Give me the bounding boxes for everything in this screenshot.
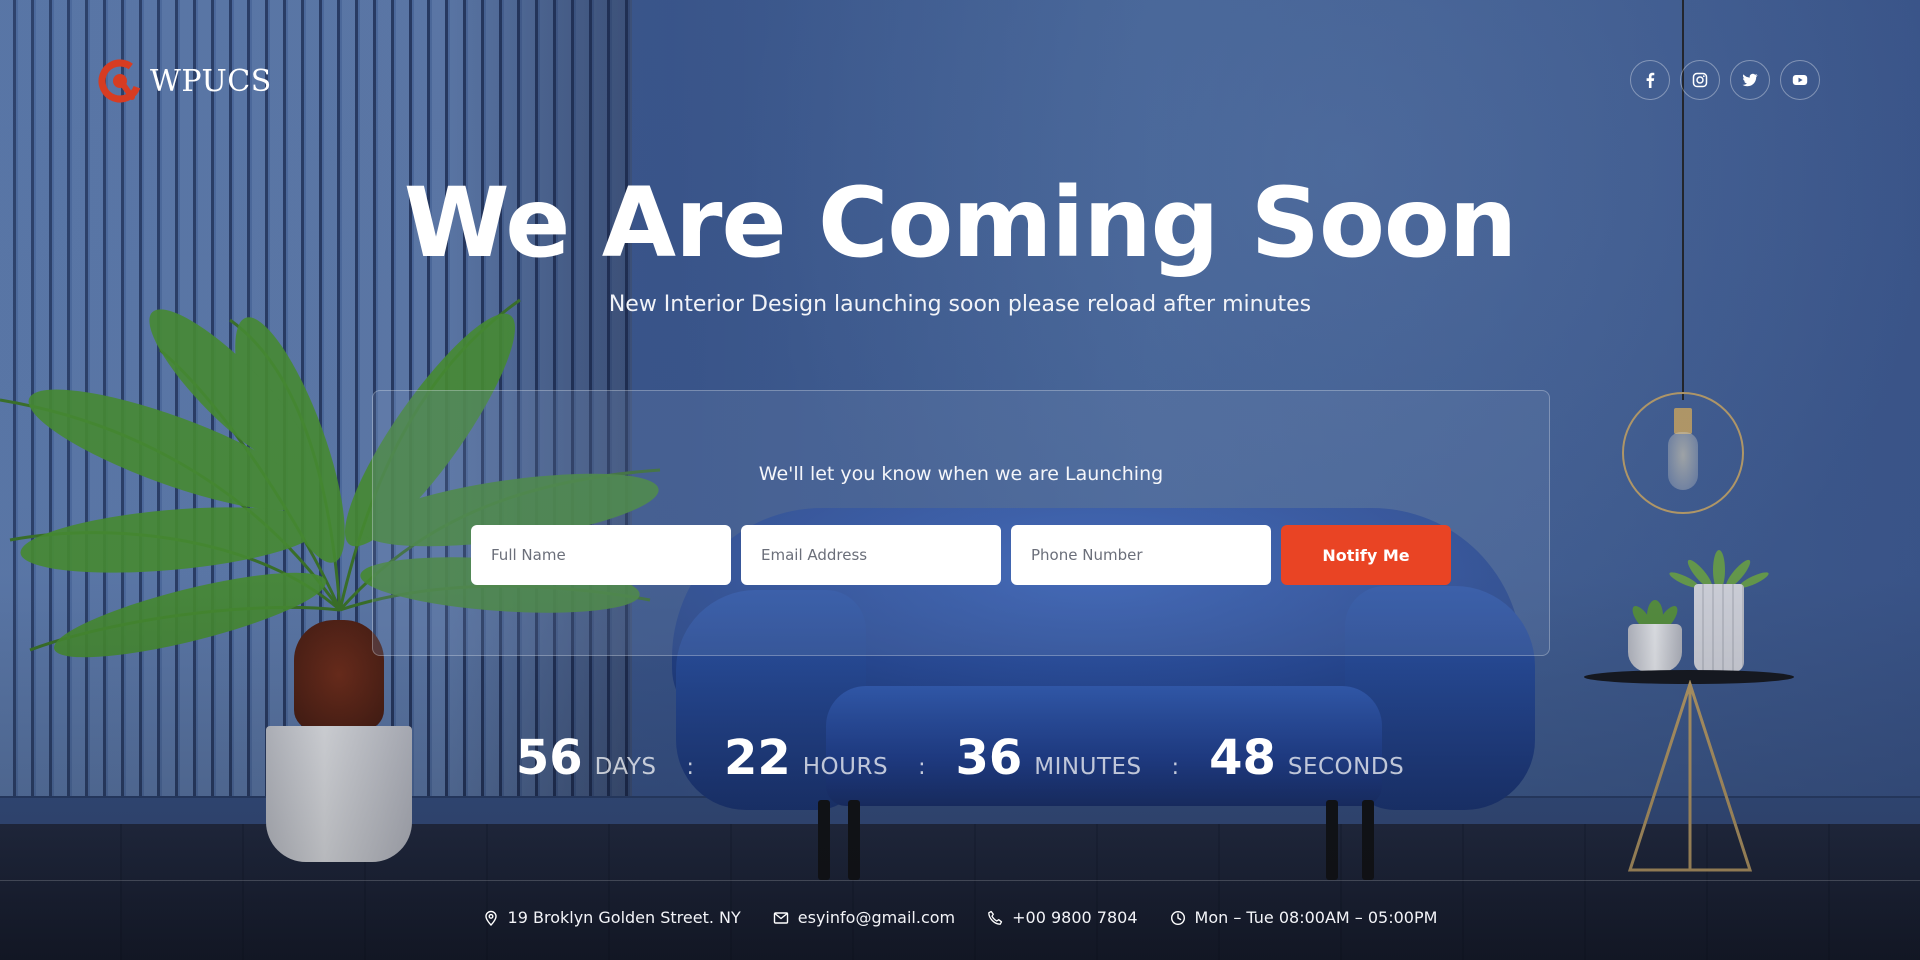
full-name-input[interactable]	[471, 525, 731, 585]
days-value: 56	[515, 730, 583, 786]
footer-phone[interactable]: +00 9800 7804	[987, 908, 1138, 927]
footer-divider	[0, 880, 1920, 881]
countdown-hours: 22 HOURS	[724, 730, 888, 786]
countdown-separator: :	[1171, 755, 1180, 780]
instagram-link[interactable]	[1680, 60, 1720, 100]
countdown-timer: 56 DAYS : 22 HOURS : 36 MINUTES : 48 SEC…	[0, 730, 1920, 786]
youtube-link[interactable]	[1780, 60, 1820, 100]
notify-form: Notify Me	[471, 525, 1451, 585]
footer-contact: 19 Broklyn Golden Street. NY esyinfo@gma…	[0, 908, 1920, 927]
hours-text: Mon – Tue 08:00AM – 05:00PM	[1194, 908, 1438, 927]
clock-icon	[1170, 910, 1185, 925]
footer-address: 19 Broklyn Golden Street. NY	[483, 908, 741, 927]
seconds-value: 48	[1209, 730, 1276, 786]
facebook-link[interactable]	[1630, 60, 1670, 100]
email-text: esyinfo@gmail.com	[797, 908, 956, 927]
seconds-label: SECONDS	[1287, 754, 1405, 780]
mail-icon	[773, 911, 788, 924]
phone-text: +00 9800 7804	[1012, 908, 1138, 927]
logo-mark-icon	[98, 59, 142, 103]
page-title: We Are Coming Soon	[403, 167, 1517, 279]
notify-label: We'll let you know when we are Launching	[758, 463, 1164, 485]
page-subtitle: New Interior Design launching soon pleas…	[608, 292, 1312, 317]
phone-input[interactable]	[1011, 525, 1271, 585]
footer-email[interactable]: esyinfo@gmail.com	[773, 908, 955, 927]
brand-logo[interactable]: WPUCS	[98, 58, 272, 104]
email-input[interactable]	[741, 525, 1001, 585]
countdown-separator: :	[686, 755, 694, 780]
facebook-icon	[1646, 72, 1655, 88]
youtube-icon	[1792, 75, 1808, 85]
social-links	[1630, 60, 1820, 100]
notify-me-button[interactable]: Notify Me	[1281, 525, 1451, 585]
footer-hours: Mon – Tue 08:00AM – 05:00PM	[1170, 908, 1438, 927]
instagram-icon	[1692, 72, 1708, 88]
phone-icon	[988, 910, 1003, 925]
countdown-separator: :	[918, 755, 926, 780]
countdown-seconds: 48 SECONDS	[1209, 730, 1404, 786]
countdown-minutes: 36 MINUTES	[955, 730, 1141, 786]
twitter-link[interactable]	[1730, 60, 1770, 100]
minutes-label: MINUTES	[1034, 754, 1142, 780]
location-pin-icon	[484, 910, 497, 926]
twitter-icon	[1742, 73, 1758, 87]
minutes-value: 36	[955, 730, 1023, 786]
notify-panel: We'll let you know when we are Launching…	[372, 390, 1550, 656]
countdown-days: 56 DAYS	[516, 730, 657, 786]
hours-label: HOURS	[802, 754, 889, 780]
hours-value: 22	[723, 730, 791, 786]
address-text: 19 Broklyn Golden Street. NY	[507, 908, 741, 927]
brand-name: WPUCS	[150, 63, 272, 99]
days-label: DAYS	[594, 754, 657, 780]
